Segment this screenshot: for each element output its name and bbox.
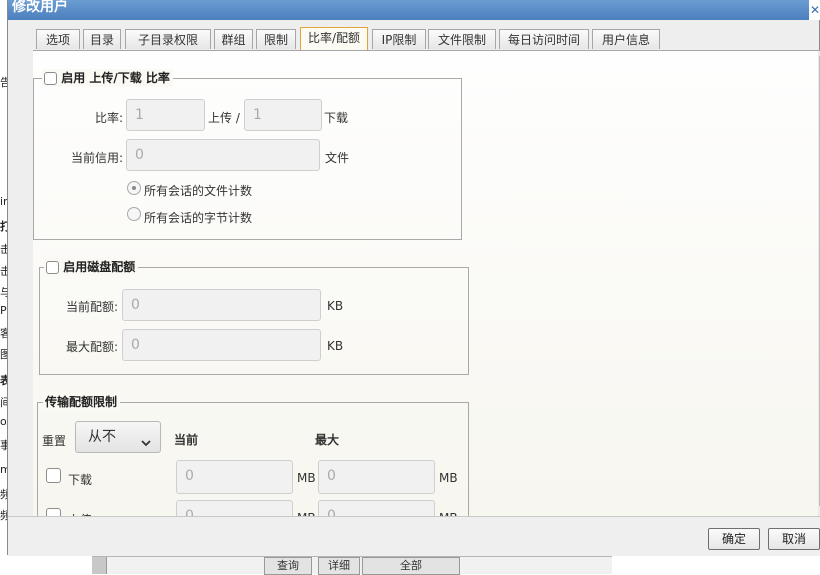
tab-groups[interactable]: 群组 <box>214 29 253 49</box>
download-max-input[interactable]: 0 <box>318 460 435 494</box>
count-bytes-radio[interactable] <box>127 207 141 221</box>
tab-ratio-quota[interactable]: 比率/配额 <box>300 27 368 50</box>
bg-detail-button: 详细 <box>318 557 360 575</box>
download-limit-label: 下载 <box>68 473 93 487</box>
max-quota-input[interactable]: 0 <box>122 329 321 361</box>
background-bottom-toolbar: 查询 详细 全部 <box>92 556 612 575</box>
dialog-footer: 确定 取消 <box>8 516 820 556</box>
transfer-quota-group: 传输配额限制 重置 从不 当前 最大 下载 0 MB 0 MB 上传 0 MB … <box>37 393 469 517</box>
disk-quota-group: 启用磁盘配额 当前配额: 0 KB 最大配额: 0 KB <box>39 258 469 375</box>
credit-label: 当前信用: <box>71 151 124 165</box>
current-credit-input[interactable]: 0 <box>126 139 320 171</box>
download-max-unit: MB <box>439 471 458 485</box>
cancel-button[interactable]: 取消 <box>768 528 820 550</box>
current-quota-label: 当前配额: <box>66 300 119 314</box>
upload-suffix: 上传 / <box>208 111 240 125</box>
bg-query-button: 查询 <box>264 557 312 575</box>
upload-current-input[interactable]: 0 <box>176 500 293 517</box>
chevron-down-icon <box>140 430 152 460</box>
edit-user-dialog: 修改用户 ✕ 选项 目录 子目录权限 群组 限制 比率/配额 IP限制 文件限制… <box>7 0 820 556</box>
bg-column <box>92 557 107 574</box>
ratio-enable-checkbox[interactable] <box>44 72 57 85</box>
transfer-quota-legend: 传输配额限制 <box>43 393 121 411</box>
dialog-titlebar[interactable]: 修改用户 ✕ <box>8 0 820 20</box>
tab-subdir-permissions[interactable]: 子目录权限 <box>125 29 211 49</box>
disk-quota-enable-checkbox[interactable] <box>46 261 59 274</box>
download-suffix: 下载 <box>324 111 349 125</box>
ratio-group: 启用 上传/下载 比率 比率: 1 上传 / 1 下载 当前信用: 0 文件 所… <box>33 69 462 240</box>
upload-ratio-input[interactable]: 1 <box>126 99 205 131</box>
download-ratio-input[interactable]: 1 <box>244 99 322 131</box>
ratio-legend: 启用 上传/下载 比率 <box>42 69 173 87</box>
count-files-label: 所有会话的文件计数 <box>144 184 253 198</box>
bg-all-button: 全部 <box>362 557 460 575</box>
ok-button[interactable]: 确定 <box>708 528 760 550</box>
tab-user-info[interactable]: 用户信息 <box>592 29 660 49</box>
dialog-title: 修改用户 <box>12 0 68 15</box>
disk-quota-enable-label: 启用磁盘配额 <box>63 260 136 274</box>
count-files-radio[interactable] <box>127 181 141 195</box>
tab-limits[interactable]: 限制 <box>256 29 296 49</box>
download-limit-checkbox[interactable] <box>46 468 61 483</box>
ratio-label: 比率: <box>95 111 124 125</box>
count-bytes-label: 所有会话的字节计数 <box>144 211 253 225</box>
credit-unit: 文件 <box>325 151 350 165</box>
max-quota-unit: KB <box>327 339 344 353</box>
current-quota-input[interactable]: 0 <box>122 289 321 321</box>
tab-directory[interactable]: 目录 <box>83 29 121 49</box>
reset-period-value: 从不 <box>88 429 116 445</box>
tab-file-restrictions[interactable]: 文件限制 <box>428 29 496 49</box>
tab-daily-access-time[interactable]: 每日访问时间 <box>499 29 589 49</box>
download-current-unit: MB <box>297 471 316 485</box>
tab-ip-restrictions[interactable]: IP限制 <box>372 29 426 49</box>
tab-options[interactable]: 选项 <box>36 29 80 49</box>
upload-max-input[interactable]: 0 <box>318 500 435 517</box>
close-icon[interactable]: ✕ <box>809 0 820 20</box>
reset-period-select[interactable]: 从不 <box>75 421 161 453</box>
max-column-header: 最大 <box>315 433 340 447</box>
reset-label: 重置 <box>42 434 67 448</box>
download-current-input[interactable]: 0 <box>176 460 293 494</box>
current-quota-unit: KB <box>327 299 344 313</box>
disk-quota-legend: 启用磁盘配额 <box>44 258 139 276</box>
max-quota-label: 最大配额: <box>66 340 119 354</box>
ratio-enable-label: 启用 上传/下载 比率 <box>61 71 170 85</box>
ratio-quota-panel: 启用 上传/下载 比率 比率: 1 上传 / 1 下载 当前信用: 0 文件 所… <box>33 50 820 517</box>
current-column-header: 当前 <box>174 433 199 447</box>
